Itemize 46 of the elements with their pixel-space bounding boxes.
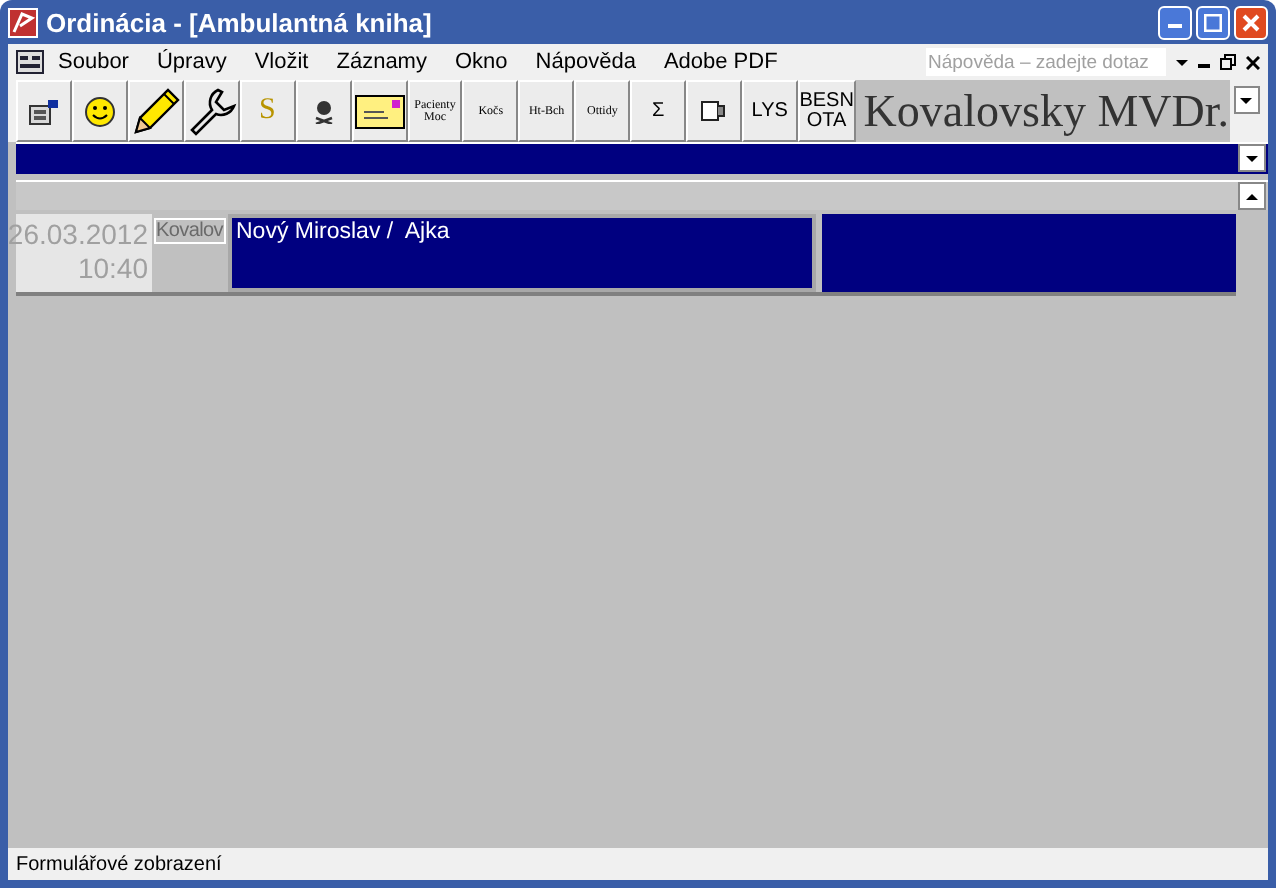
dropdown-arrow-icon[interactable]	[1176, 59, 1188, 65]
help-search-field[interactable]: Nápověda – zadejte dotaz	[926, 48, 1166, 76]
menu-item[interactable]: Záznamy	[322, 50, 441, 74]
menu-item[interactable]: Soubor	[44, 50, 143, 74]
skull-icon	[313, 99, 334, 123]
smiley-icon	[83, 95, 116, 127]
camera-icon	[700, 100, 727, 122]
menu-item[interactable]: Vložit	[240, 50, 323, 74]
menu-item[interactable]: Nápověda	[521, 50, 650, 74]
selector-bar[interactable]	[16, 142, 1268, 174]
restore-icon[interactable]	[1220, 54, 1236, 70]
scroll-up-button[interactable]	[1238, 182, 1266, 210]
close-icon[interactable]	[1246, 55, 1260, 69]
maximize-button[interactable]	[1196, 5, 1230, 39]
dropdown-button[interactable]	[1233, 86, 1261, 114]
toolbar-button[interactable]	[71, 80, 128, 142]
maximize-icon	[1204, 13, 1222, 31]
doctor-name: Kovalovsky MVDr.	[855, 80, 1230, 142]
close-button[interactable]	[1234, 5, 1268, 39]
menu-item[interactable]: Adobe PDF	[649, 50, 792, 74]
app-icon	[8, 7, 38, 37]
toolbar-button[interactable]: LYS	[741, 80, 798, 142]
doctor-label: Kovalov	[154, 218, 226, 244]
toolbar-button[interactable]	[351, 80, 408, 142]
minimize-button[interactable]	[1158, 5, 1192, 39]
toolbar-button[interactable]	[183, 80, 240, 142]
toolbar-button[interactable]: Σ	[630, 80, 687, 142]
window-title: Ordinácia - [Ambulantná kniha]	[46, 7, 432, 37]
status-text: Formulářové zobrazení	[16, 853, 222, 875]
date-text: 26.03.2012	[7, 218, 148, 250]
time-text: 10:40	[77, 252, 148, 284]
close-icon	[1242, 13, 1260, 31]
toolbar-button[interactable]	[16, 80, 72, 142]
menu-item[interactable]: Úpravy	[142, 50, 241, 74]
toolbar-button[interactable]: BESN OTA	[797, 80, 856, 142]
pencil-icon	[129, 85, 182, 137]
form-icon[interactable]	[16, 50, 44, 74]
envelope-icon	[353, 93, 406, 129]
patient-field[interactable]: Nový Miroslav / Ajka	[228, 214, 816, 292]
properties-icon	[27, 97, 60, 125]
toolbar-button[interactable]	[686, 80, 742, 142]
menu-item[interactable]: Okno	[440, 50, 522, 74]
wrench-icon	[185, 85, 238, 137]
toolbar-button[interactable]	[295, 80, 352, 142]
dropdown-button[interactable]	[1238, 144, 1266, 172]
toolbar-button[interactable]	[127, 80, 184, 142]
